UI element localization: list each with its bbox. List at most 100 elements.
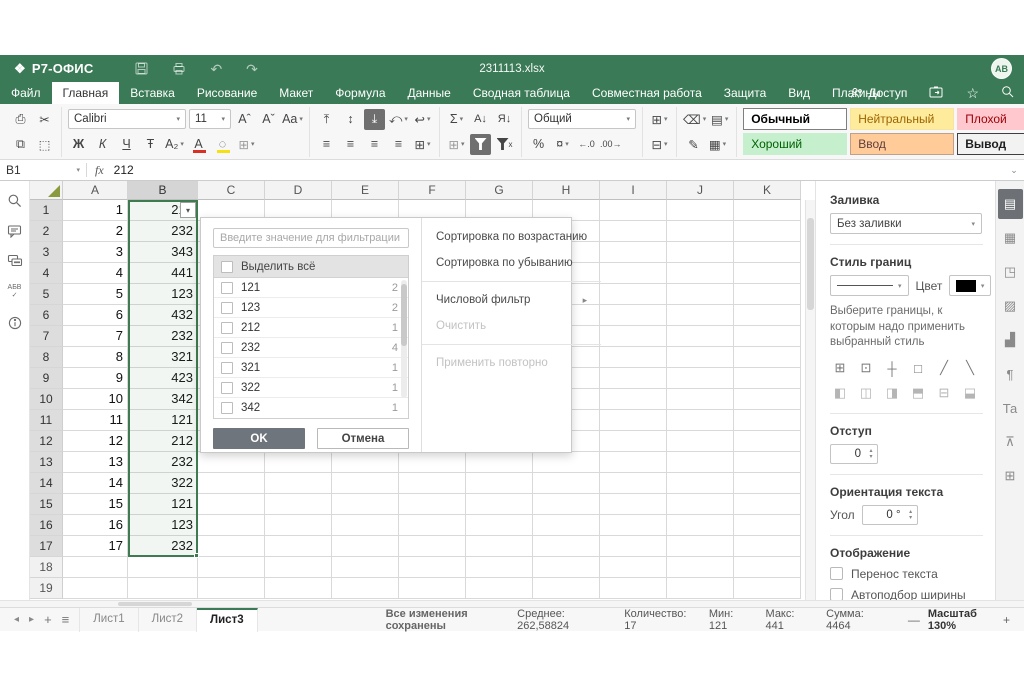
sort-ascending-menu-item[interactable]: Сортировка по возрастанию xyxy=(422,224,601,250)
sheet-tab[interactable]: Лист1 xyxy=(79,608,138,632)
shape-settings-icon[interactable]: ◳ xyxy=(998,257,1023,287)
cell-col-b[interactable]: 342 xyxy=(128,389,198,410)
cell-col-b[interactable]: 121 xyxy=(128,410,198,431)
select-all-corner[interactable] xyxy=(30,181,63,200)
cut-icon[interactable]: ✂ xyxy=(34,109,55,130)
undo-icon[interactable]: ↶ xyxy=(210,62,222,76)
clear-button[interactable]: ⌫ xyxy=(683,109,706,130)
clear-filter-button[interactable]: x xyxy=(494,134,515,155)
cell[interactable] xyxy=(600,242,667,263)
menu-tab[interactable]: Совместная работа xyxy=(581,82,713,104)
percent-style-button[interactable]: % xyxy=(528,134,549,155)
open-location-icon[interactable] xyxy=(929,86,944,101)
border-line-select[interactable] xyxy=(830,275,909,296)
cell[interactable] xyxy=(399,515,466,536)
prev-sheet-icon[interactable]: ◂ xyxy=(14,614,19,625)
row-header[interactable]: 9 xyxy=(30,368,63,389)
cell-style-chip[interactable]: Обычный xyxy=(743,108,847,130)
fill-color-button[interactable]: ◌ xyxy=(212,134,233,155)
cell-col-a[interactable]: 8 xyxy=(63,347,128,368)
cell-col-a[interactable]: 1 xyxy=(63,200,128,221)
row-header[interactable]: 1 xyxy=(30,200,63,221)
filter-value-checkbox[interactable] xyxy=(221,322,233,334)
row-header[interactable]: 10 xyxy=(30,389,63,410)
sort-descending-button[interactable]: Я↓ xyxy=(494,109,515,130)
number-format-select[interactable]: Общий xyxy=(528,109,636,129)
cell-col-a[interactable]: 11 xyxy=(63,410,128,431)
indent-stepper[interactable]: 0 ▴▾ xyxy=(830,444,878,464)
row-header[interactable]: 6 xyxy=(30,305,63,326)
cell[interactable] xyxy=(533,536,600,557)
border-horizontal-icon[interactable]: ⊟ xyxy=(934,384,954,403)
cell[interactable] xyxy=(265,536,332,557)
column-header[interactable]: B xyxy=(128,181,198,200)
cell[interactable] xyxy=(198,557,265,578)
italic-button[interactable]: К xyxy=(92,134,113,155)
cell[interactable] xyxy=(667,431,734,452)
cell-col-b[interactable]: 343 xyxy=(128,242,198,263)
cell[interactable] xyxy=(667,326,734,347)
cell-col-b[interactable]: 232 xyxy=(128,536,198,557)
cell[interactable] xyxy=(600,410,667,431)
cell[interactable] xyxy=(198,473,265,494)
merge-cells-button[interactable]: ⊞ xyxy=(412,134,433,155)
cell[interactable] xyxy=(332,557,399,578)
wrap-text-button[interactable]: ↩ xyxy=(412,109,433,130)
border-right-icon[interactable]: ◨ xyxy=(882,384,902,403)
column-header[interactable]: D xyxy=(265,181,332,200)
fill-type-select[interactable]: Без заливки xyxy=(830,213,982,234)
print-icon[interactable] xyxy=(172,62,186,75)
menu-tab[interactable]: Защита xyxy=(713,82,778,104)
cell[interactable] xyxy=(265,452,332,473)
cell[interactable] xyxy=(734,473,801,494)
cell[interactable] xyxy=(533,494,600,515)
border-left-icon[interactable]: ◧ xyxy=(830,384,850,403)
filter-value-checkbox[interactable] xyxy=(221,342,233,354)
cell[interactable] xyxy=(600,494,667,515)
cell[interactable] xyxy=(265,473,332,494)
autofilter-dropdown-button[interactable]: ▾ xyxy=(180,202,196,218)
filter-value-row[interactable]: 321 1 xyxy=(214,358,408,378)
cell[interactable] xyxy=(734,557,801,578)
cell[interactable] xyxy=(600,326,667,347)
cancel-button[interactable]: Отмена xyxy=(317,428,409,449)
currency-style-button[interactable]: ¤ xyxy=(552,134,573,155)
cell[interactable] xyxy=(734,200,801,221)
border-outside-icon[interactable]: □ xyxy=(908,359,928,378)
cell[interactable] xyxy=(198,515,265,536)
font-color-button[interactable]: A xyxy=(188,134,209,155)
cell-col-b[interactable]: 232 xyxy=(128,452,198,473)
cell[interactable] xyxy=(734,284,801,305)
paragraph-settings-icon[interactable]: ¶ xyxy=(998,359,1023,389)
cell[interactable] xyxy=(667,452,734,473)
pivot-settings-icon[interactable]: ⊞ xyxy=(998,461,1023,491)
filter-value-checkbox[interactable] xyxy=(221,302,233,314)
cell[interactable] xyxy=(198,578,265,599)
row-header[interactable]: 13 xyxy=(30,452,63,473)
cell[interactable] xyxy=(332,536,399,557)
cell[interactable] xyxy=(667,242,734,263)
menu-tab[interactable]: Рисование xyxy=(186,82,268,104)
redo-icon[interactable]: ↷ xyxy=(246,62,258,76)
stepper-arrows-icon[interactable]: ▴▾ xyxy=(865,448,877,460)
select-all-row[interactable]: Выделить всё xyxy=(214,256,408,278)
filter-list-scrollbar[interactable] xyxy=(401,280,407,398)
align-right-button[interactable]: ≡ xyxy=(364,134,385,155)
cell[interactable] xyxy=(667,536,734,557)
format-painter-button[interactable]: ✎ xyxy=(683,134,704,155)
cell[interactable] xyxy=(600,557,667,578)
column-header[interactable]: E xyxy=(332,181,399,200)
chart-settings-icon[interactable]: ▟ xyxy=(998,325,1023,355)
row-header[interactable]: 8 xyxy=(30,347,63,368)
cell[interactable] xyxy=(399,452,466,473)
cell-col-a[interactable]: 9 xyxy=(63,368,128,389)
cell[interactable] xyxy=(667,200,734,221)
filter-value-row[interactable]: 123 2 xyxy=(214,298,408,318)
align-middle-button[interactable]: ↕ xyxy=(340,109,361,130)
filter-button[interactable] xyxy=(470,134,491,155)
cell-col-a[interactable]: 2 xyxy=(63,221,128,242)
cell-col-a[interactable]: 7 xyxy=(63,326,128,347)
zoom-in-button[interactable]: + xyxy=(1003,613,1010,627)
cell-col-a[interactable]: 17 xyxy=(63,536,128,557)
autosum-button[interactable]: Σ xyxy=(446,109,467,130)
